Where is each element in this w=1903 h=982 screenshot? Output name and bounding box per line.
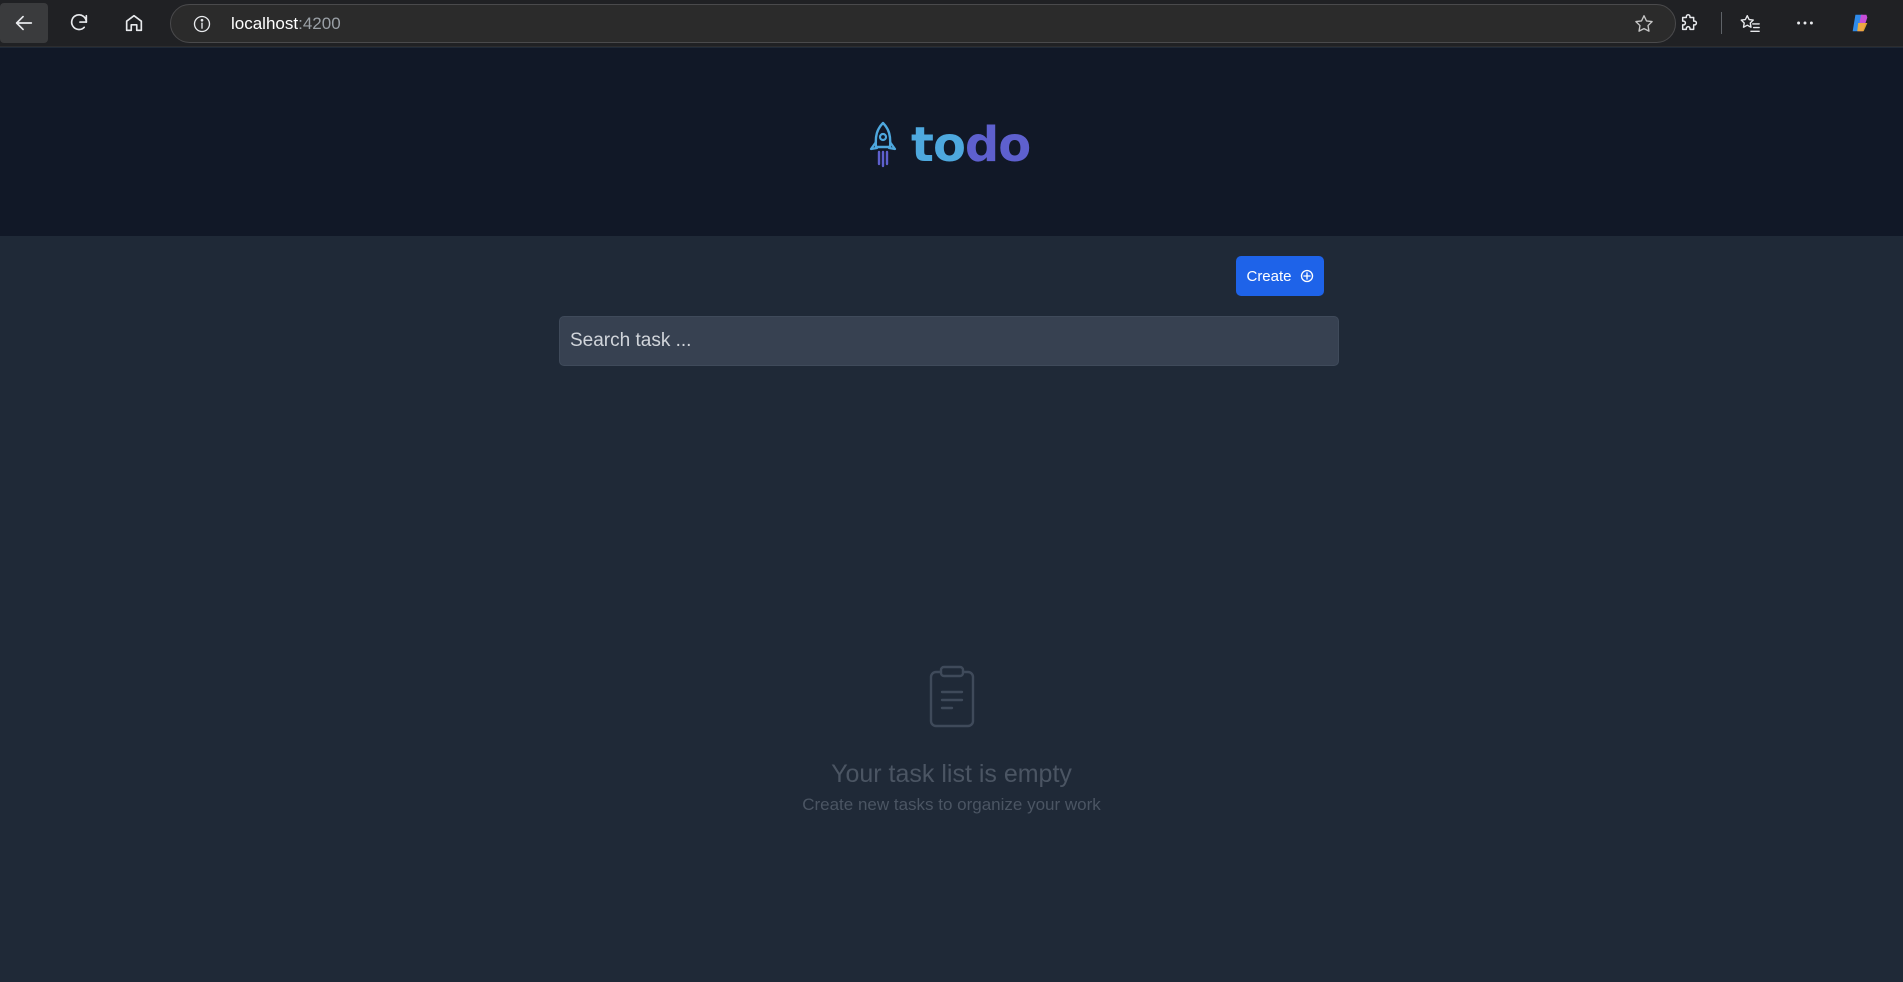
home-icon <box>125 14 143 32</box>
url-host: localhost <box>231 13 299 33</box>
plus-circle-icon <box>1300 269 1313 283</box>
more-dots-icon <box>1797 21 1813 25</box>
home-button[interactable] <box>110 3 158 43</box>
url-port: :4200 <box>298 13 341 33</box>
empty-state-subtitle: Create new tasks to organize your work <box>802 795 1101 814</box>
app-logo: todo <box>865 120 1031 170</box>
extensions-button[interactable] <box>1676 9 1704 37</box>
copilot-icon <box>1852 14 1868 32</box>
search-input[interactable] <box>559 316 1339 366</box>
logo-text-do: do <box>964 117 1031 173</box>
puzzle-icon <box>1681 14 1698 31</box>
address-bar[interactable]: localhost:4200 <box>170 4 1676 43</box>
rocket-icon <box>869 121 897 168</box>
favorites-button[interactable] <box>1736 9 1764 37</box>
browser-tools <box>1676 0 1903 47</box>
create-button-label: Create <box>1246 267 1292 285</box>
empty-state: Your task list is empty Create new tasks… <box>0 664 1903 815</box>
logo-text: todo <box>911 121 1031 169</box>
reload-icon <box>70 14 88 31</box>
browser-toolbar: localhost:4200 <box>0 0 1903 47</box>
url-text: localhost:4200 <box>231 14 341 34</box>
favorites-list-icon <box>1740 14 1760 32</box>
info-icon[interactable] <box>192 14 212 34</box>
back-button[interactable] <box>0 3 48 43</box>
main-content: Create Your task list is empty Create ne… <box>0 236 1903 982</box>
back-arrow-icon <box>15 15 33 31</box>
app-header: todo <box>0 48 1903 236</box>
favorite-star-icon[interactable] <box>1633 13 1655 35</box>
toolbar-divider <box>1721 12 1722 34</box>
reload-button[interactable] <box>55 3 103 43</box>
clipboard-icon <box>929 665 974 728</box>
copilot-button[interactable] <box>1846 9 1874 37</box>
logo-text-to: to <box>911 117 966 173</box>
more-options-button[interactable] <box>1791 9 1819 37</box>
empty-state-title: Your task list is empty <box>831 760 1072 788</box>
create-task-button[interactable]: Create <box>1236 256 1324 296</box>
